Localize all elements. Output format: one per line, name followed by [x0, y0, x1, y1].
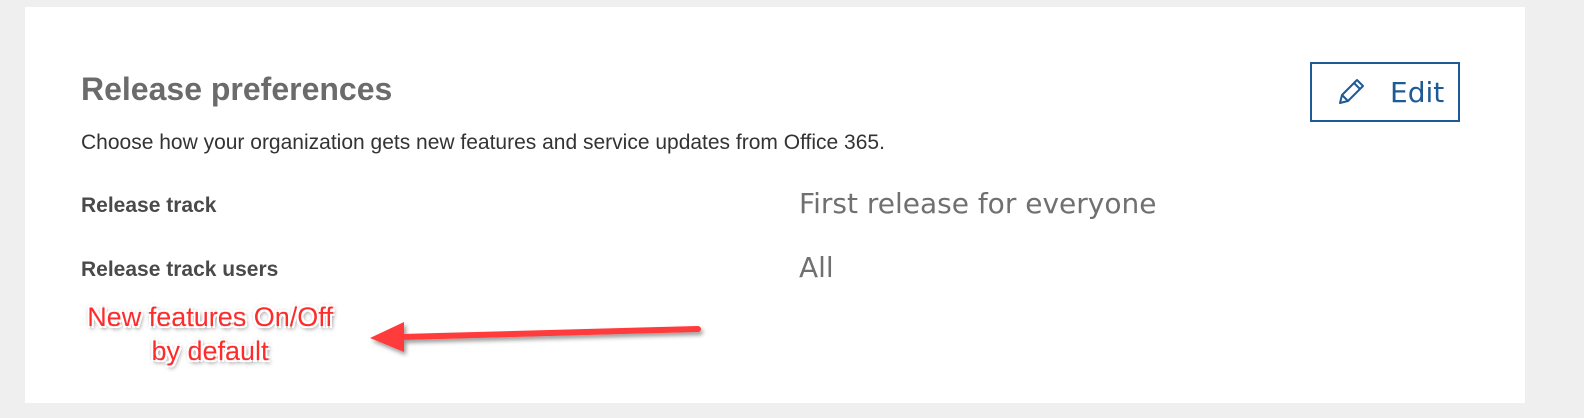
release-track-value: First release for everyone [799, 187, 1157, 220]
section-title: Release preferences [81, 71, 393, 107]
annotation-arrow-icon [360, 310, 710, 365]
release-track-users-value: All [799, 251, 834, 284]
release-track-users-label: Release track users [81, 258, 279, 281]
edit-button-label: Edit [1390, 75, 1445, 109]
pencil-icon [1334, 75, 1368, 109]
annotation-line-1: New features On/Off [87, 302, 333, 332]
edit-button[interactable]: Edit [1310, 62, 1460, 122]
annotation-callout: New features On/Off by default [50, 300, 370, 368]
release-track-label: Release track [81, 194, 217, 217]
section-description: Choose how your organization gets new fe… [81, 131, 885, 154]
annotation-line-2: by default [151, 336, 269, 366]
